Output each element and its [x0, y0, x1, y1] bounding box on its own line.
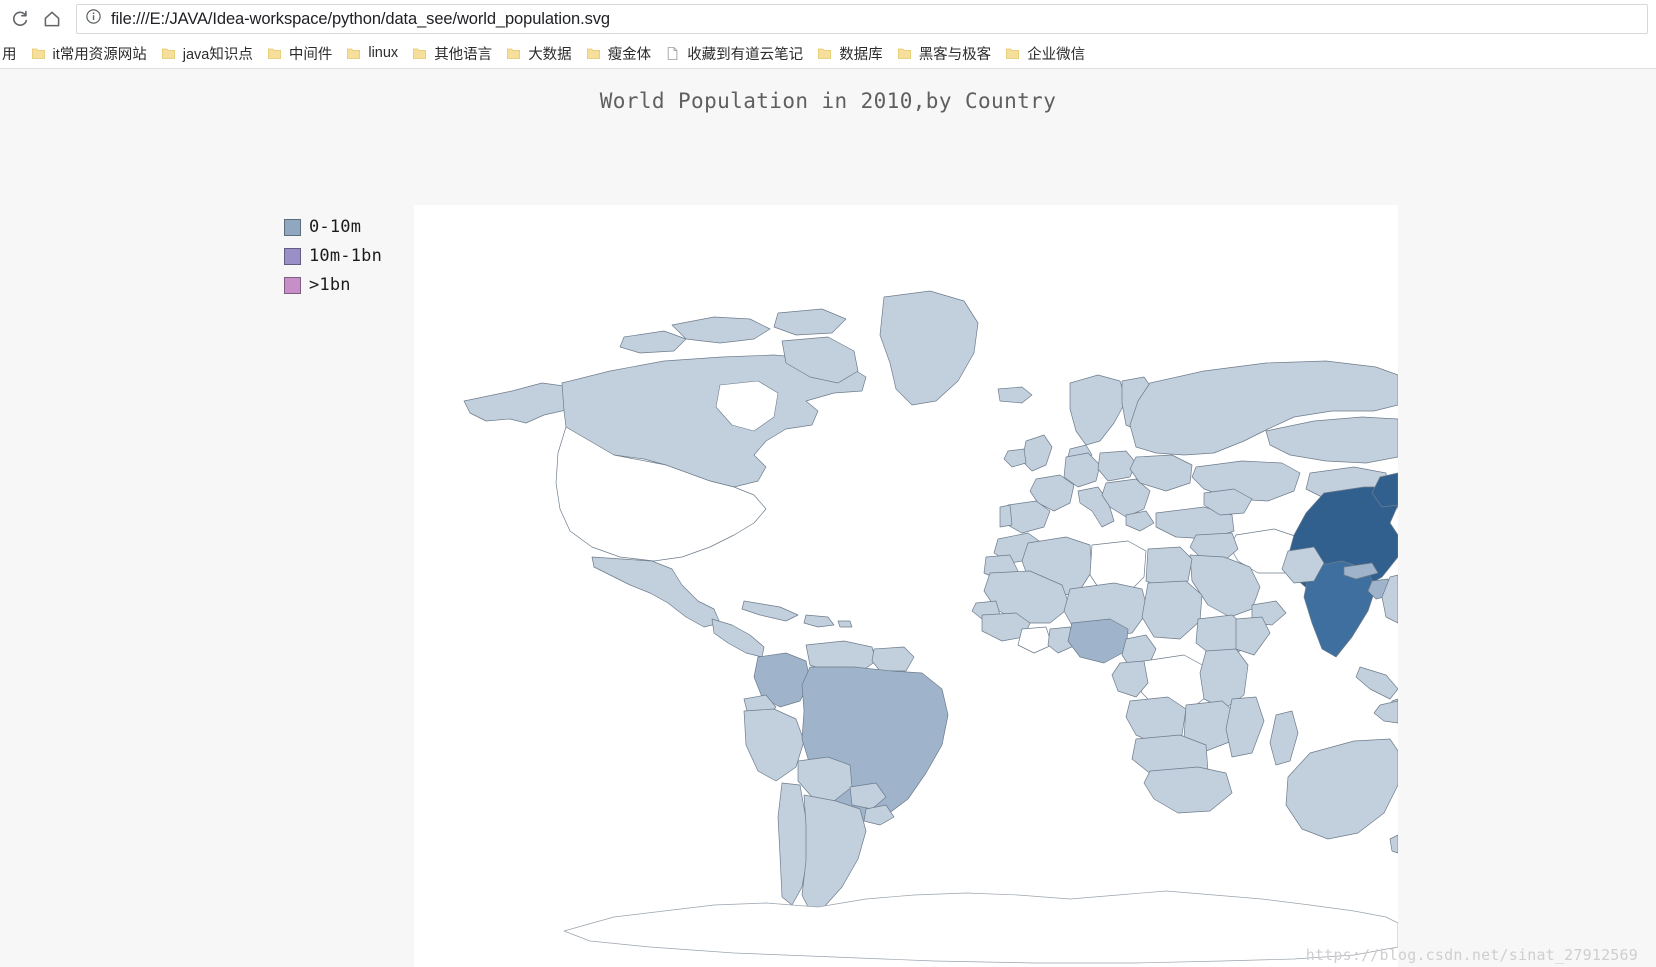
country-australia[interactable] [1285, 738, 1398, 840]
country-iceland[interactable] [997, 386, 1033, 404]
country-sudan[interactable] [1141, 580, 1203, 640]
country-canada-arctic-2[interactable] [619, 330, 687, 354]
bookmark-item[interactable]: 黑客与极客 [890, 41, 999, 65]
country-argentina[interactable] [801, 794, 867, 912]
bookmark-item[interactable]: linux [339, 41, 405, 65]
folder-icon [347, 48, 361, 59]
world-map-panel[interactable] [414, 205, 1398, 967]
country-canada-arctic-1[interactable] [671, 316, 771, 344]
page-title: World Population in 2010,by Country [599, 89, 1057, 113]
folder-icon [586, 48, 600, 59]
map-legend: 0-10m 10m-1bn >1bn [284, 217, 382, 295]
country-peru[interactable] [743, 708, 805, 782]
country-united-kingdom[interactable] [1021, 434, 1053, 472]
bookmark-item[interactable]: 数据库 [810, 41, 890, 65]
country-new-guinea[interactable] [1373, 700, 1398, 724]
country-cuba[interactable] [741, 600, 799, 622]
bookmark-label: 收藏到有道云笔记 [687, 46, 804, 63]
info-circle-icon[interactable] [85, 8, 102, 30]
legend-swatch [284, 218, 301, 236]
folder-icon [267, 48, 281, 59]
bookmark-label: 用 [2, 46, 17, 63]
reload-button[interactable] [4, 3, 36, 35]
legend-swatch [284, 247, 301, 265]
page-content: World Population in 2010,by Country 0-10… [0, 69, 1656, 967]
address-bar-url: file:///E:/JAVA/Idea-workspace/python/da… [111, 9, 610, 28]
bookmark-label: it常用资源网站 [52, 46, 147, 63]
country-norway-sweden[interactable] [1069, 374, 1127, 446]
country-new-zealand[interactable] [1389, 834, 1398, 854]
folder-icon [1006, 48, 1020, 59]
legend-item[interactable]: 0-10m [284, 217, 382, 237]
bookmark-item[interactable]: 收藏到有道云笔记 [658, 41, 810, 65]
bookmark-label: linux [368, 45, 399, 61]
bookmark-item[interactable]: 企业微信 [998, 41, 1092, 65]
bookmark-label: 黑客与极客 [918, 46, 992, 63]
country-nigeria[interactable] [1067, 618, 1129, 664]
bookmark-label: 中间件 [288, 46, 333, 63]
bookmark-item[interactable]: 中间件 [260, 41, 340, 65]
country-somalia[interactable] [1235, 616, 1271, 656]
country-russia-east[interactable] [1265, 416, 1398, 464]
world-choropleth-map[interactable] [414, 205, 1398, 967]
bookmark-item[interactable]: 瘦金体 [579, 41, 659, 65]
folder-icon [507, 48, 521, 59]
bookmark-label: 企业微信 [1027, 46, 1086, 63]
country-ireland[interactable] [1003, 448, 1027, 468]
browser-chrome: file:///E:/JAVA/Idea-workspace/python/da… [0, 0, 1656, 69]
browser-toolbar: file:///E:/JAVA/Idea-workspace/python/da… [0, 0, 1656, 38]
home-icon [42, 9, 62, 29]
country-greece[interactable] [1125, 510, 1155, 532]
folder-icon [413, 48, 427, 59]
bookmark-label: 瘦金体 [607, 46, 652, 63]
country-poland[interactable] [1097, 450, 1137, 482]
country-hispaniola[interactable] [803, 614, 835, 628]
country-puerto-rico[interactable] [837, 620, 853, 628]
bookmark-item[interactable]: 用 [2, 41, 24, 65]
address-bar[interactable]: file:///E:/JAVA/Idea-workspace/python/da… [76, 4, 1648, 34]
page-icon [667, 46, 678, 60]
folder-icon [31, 48, 45, 59]
legend-label: 0-10m [309, 217, 362, 237]
bookmarks-bar: 用 it常用资源网站 java知识点 中间件 linux 其他语言 大数据 瘦金体 收藏到有道云… [0, 38, 1656, 68]
country-cote-divoire[interactable] [1017, 626, 1053, 654]
country-canada-arctic-3[interactable] [773, 308, 847, 336]
map-countries [463, 290, 1398, 964]
bookmark-item[interactable]: 大数据 [499, 41, 579, 65]
legend-item[interactable]: >1bn [284, 275, 382, 295]
country-south-africa[interactable] [1143, 766, 1233, 814]
bookmark-label: java知识点 [182, 46, 253, 63]
folder-icon [161, 48, 175, 59]
bookmark-item[interactable]: 其他语言 [405, 41, 499, 65]
country-indonesia-sumatra[interactable] [1355, 666, 1398, 700]
home-button[interactable] [36, 3, 68, 35]
country-mozambique[interactable] [1225, 696, 1265, 758]
country-greenland[interactable] [879, 290, 979, 406]
reload-icon [10, 9, 30, 29]
legend-swatch [284, 276, 301, 294]
bookmark-label: 数据库 [839, 46, 883, 63]
bookmark-item[interactable]: it常用资源网站 [24, 41, 154, 65]
country-portugal[interactable] [999, 504, 1013, 528]
folder-icon [897, 48, 911, 59]
country-central-america[interactable] [711, 618, 765, 658]
continent-antarctica[interactable] [563, 890, 1398, 964]
bookmark-label: 其他语言 [434, 46, 493, 63]
folder-icon [818, 48, 832, 59]
legend-item[interactable]: 10m-1bn [284, 246, 382, 266]
legend-label: >1bn [309, 275, 351, 295]
legend-label: 10m-1bn [309, 246, 383, 266]
bookmark-label: 大数据 [528, 46, 572, 63]
country-mexico[interactable] [591, 556, 721, 628]
country-alaska[interactable] [463, 382, 575, 424]
country-guyanas[interactable] [871, 646, 915, 672]
country-madagascar[interactable] [1269, 710, 1299, 766]
bookmark-item[interactable]: java知识点 [154, 41, 260, 65]
